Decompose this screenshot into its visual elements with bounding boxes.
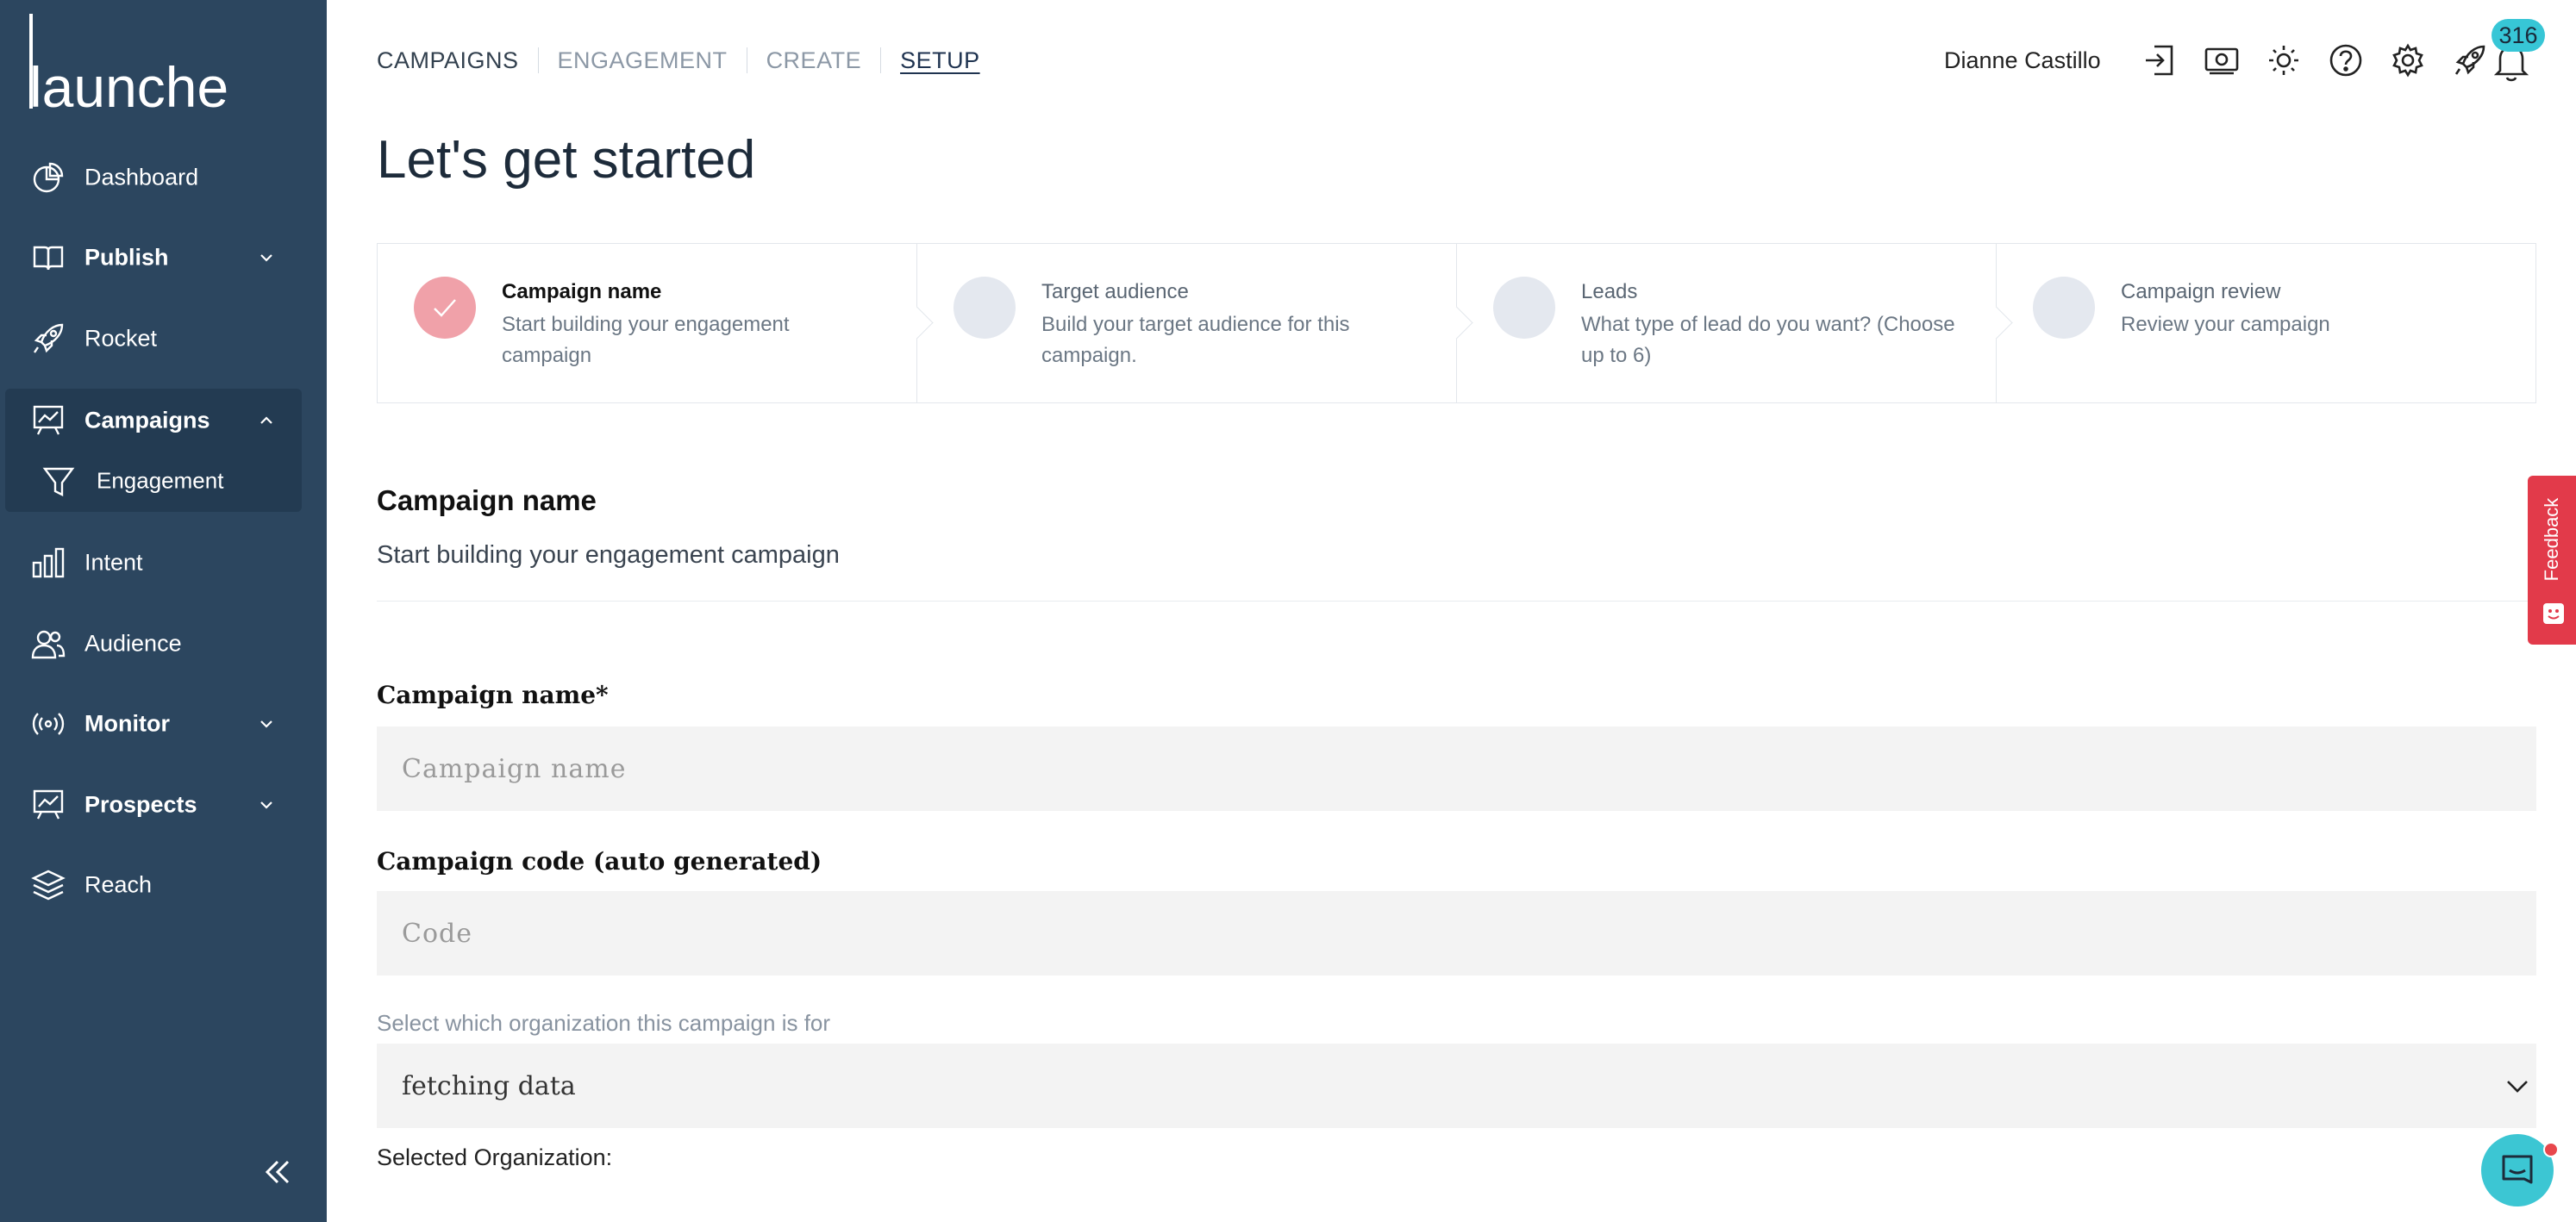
campaign-code-label: Campaign code (auto generated)	[377, 847, 822, 876]
sidebar-item-campaigns[interactable]: Campaigns	[0, 382, 327, 459]
step-pending-indicator	[2033, 277, 2095, 339]
chevron-down-icon	[2504, 1072, 2531, 1100]
tab-create[interactable]: CREATE	[766, 47, 862, 74]
step-description: Start building your engagement campaign	[502, 313, 790, 367]
sidebar-item-dashboard[interactable]: Dashboard	[0, 139, 327, 216]
chevron-down-icon[interactable]	[257, 795, 276, 814]
logout-icon[interactable]	[2141, 41, 2179, 79]
notification-badge[interactable]: 316	[2492, 19, 2545, 52]
funnel-icon	[41, 464, 76, 498]
step-title: Campaign review	[2121, 280, 2281, 303]
step-description: Review your campaign	[2121, 313, 2330, 336]
svg-text:launched: launched	[29, 55, 228, 110]
chat-unread-dot	[2543, 1142, 2559, 1157]
step-campaign-name[interactable]: Campaign name Start building your engage…	[378, 244, 934, 402]
dashboard-icon	[31, 160, 66, 195]
campaign-name-input[interactable]	[377, 726, 2536, 811]
sidebar-item-audience[interactable]: Audience	[0, 605, 327, 683]
organization-select-value: fetching data	[402, 1070, 576, 1101]
sidebar-item-rocket[interactable]: Rocket	[0, 300, 327, 377]
tab-divider	[537, 47, 539, 73]
bar-chart-icon	[31, 546, 66, 580]
chevron-down-icon[interactable]	[257, 714, 276, 733]
step-description: Build your target audience for this camp…	[1041, 313, 1350, 367]
step-leads[interactable]: Leads What type of lead do you want? (Ch…	[1457, 244, 2013, 402]
double-chevron-left-icon[interactable]	[259, 1153, 297, 1191]
sun-icon[interactable]	[2265, 41, 2303, 79]
sidebar-item-reach[interactable]: Reach	[0, 846, 327, 924]
help-icon[interactable]	[2327, 41, 2365, 79]
sidebar-item-label: Publish	[84, 244, 169, 271]
step-description: What type of lead do you want? (Choose u…	[1581, 313, 1955, 367]
sidebar-item-label: Audience	[84, 630, 182, 657]
users-icon	[31, 627, 66, 661]
presentation-chart-icon	[31, 788, 66, 822]
sidebar-item-label: Reach	[84, 871, 153, 898]
smiley-icon	[2542, 602, 2566, 626]
presentation-chart-icon	[31, 403, 66, 438]
section-divider	[377, 601, 2536, 602]
sidebar-item-label: Rocket	[84, 325, 158, 352]
section-subtitle: Start building your engagement campaign	[377, 541, 840, 569]
sidebar-item-label: Dashboard	[84, 164, 199, 190]
step-campaign-review[interactable]: Campaign review Review your campaign	[1997, 244, 2535, 402]
sidebar: launched Dashboard Publish Rocket Campai…	[0, 0, 327, 1222]
tab-setup[interactable]: SETUP	[900, 47, 980, 74]
sidebar-item-label: Monitor	[84, 710, 170, 737]
step-title: Target audience	[1041, 280, 1189, 303]
sidebar-item-prospects[interactable]: Prospects	[0, 766, 327, 844]
rocket-icon[interactable]	[2451, 41, 2489, 79]
chevron-down-icon[interactable]	[257, 248, 276, 267]
campaign-code-input[interactable]	[377, 891, 2536, 976]
stepper: Campaign name Start building your engage…	[377, 243, 2536, 403]
sidebar-item-label: Intent	[84, 549, 143, 576]
rocket-icon	[31, 321, 66, 356]
feedback-tab[interactable]: Feedback	[2528, 476, 2576, 645]
step-pending-indicator	[953, 277, 1016, 339]
sidebar-item-engagement[interactable]: Engagement	[0, 454, 302, 508]
chat-launcher[interactable]	[2481, 1134, 2554, 1206]
campaign-name-label: Campaign name*	[377, 681, 609, 709]
step-pending-indicator	[1493, 277, 1555, 339]
launched-logo[interactable]: launched	[29, 14, 260, 119]
organization-select-label: Select which organization this campaign …	[377, 1010, 831, 1036]
user-toolbar: Dianne Castillo	[1944, 36, 2489, 84]
chevron-up-icon[interactable]	[257, 411, 276, 430]
settings-icon[interactable]	[2389, 41, 2427, 79]
chat-icon	[2502, 1155, 2533, 1184]
top-nav: CAMPAIGNS ENGAGEMENT CREATE SETUP	[377, 43, 980, 78]
feedback-label: Feedback	[2541, 497, 2562, 582]
book-icon	[31, 240, 66, 275]
step-title: Leads	[1581, 280, 1638, 303]
selected-organization-label: Selected Organization:	[377, 1144, 613, 1170]
page-title: Let's get started	[377, 130, 756, 190]
tab-divider	[880, 47, 882, 73]
money-icon[interactable]	[2203, 41, 2241, 79]
tab-campaigns[interactable]: CAMPAIGNS	[377, 47, 519, 74]
tab-engagement[interactable]: ENGAGEMENT	[558, 47, 728, 74]
checkmark-icon	[434, 299, 456, 317]
broadcast-icon	[31, 707, 66, 741]
sidebar-item-label: Campaigns	[84, 407, 210, 433]
step-target-audience[interactable]: Target audience Build your target audien…	[917, 244, 1473, 402]
layers-icon	[31, 868, 66, 902]
sidebar-item-label: Prospects	[84, 791, 197, 818]
user-name[interactable]: Dianne Castillo	[1944, 47, 2101, 74]
section-title: Campaign name	[377, 484, 597, 516]
sidebar-item-publish[interactable]: Publish	[0, 219, 327, 296]
sidebar-item-intent[interactable]: Intent	[0, 524, 327, 602]
step-title: Campaign name	[502, 280, 662, 303]
sidebar-item-monitor[interactable]: Monitor	[0, 685, 327, 763]
step-complete-indicator	[414, 277, 476, 339]
sidebar-item-label: Engagement	[97, 467, 224, 494]
organization-select[interactable]: fetching data	[377, 1044, 2536, 1128]
